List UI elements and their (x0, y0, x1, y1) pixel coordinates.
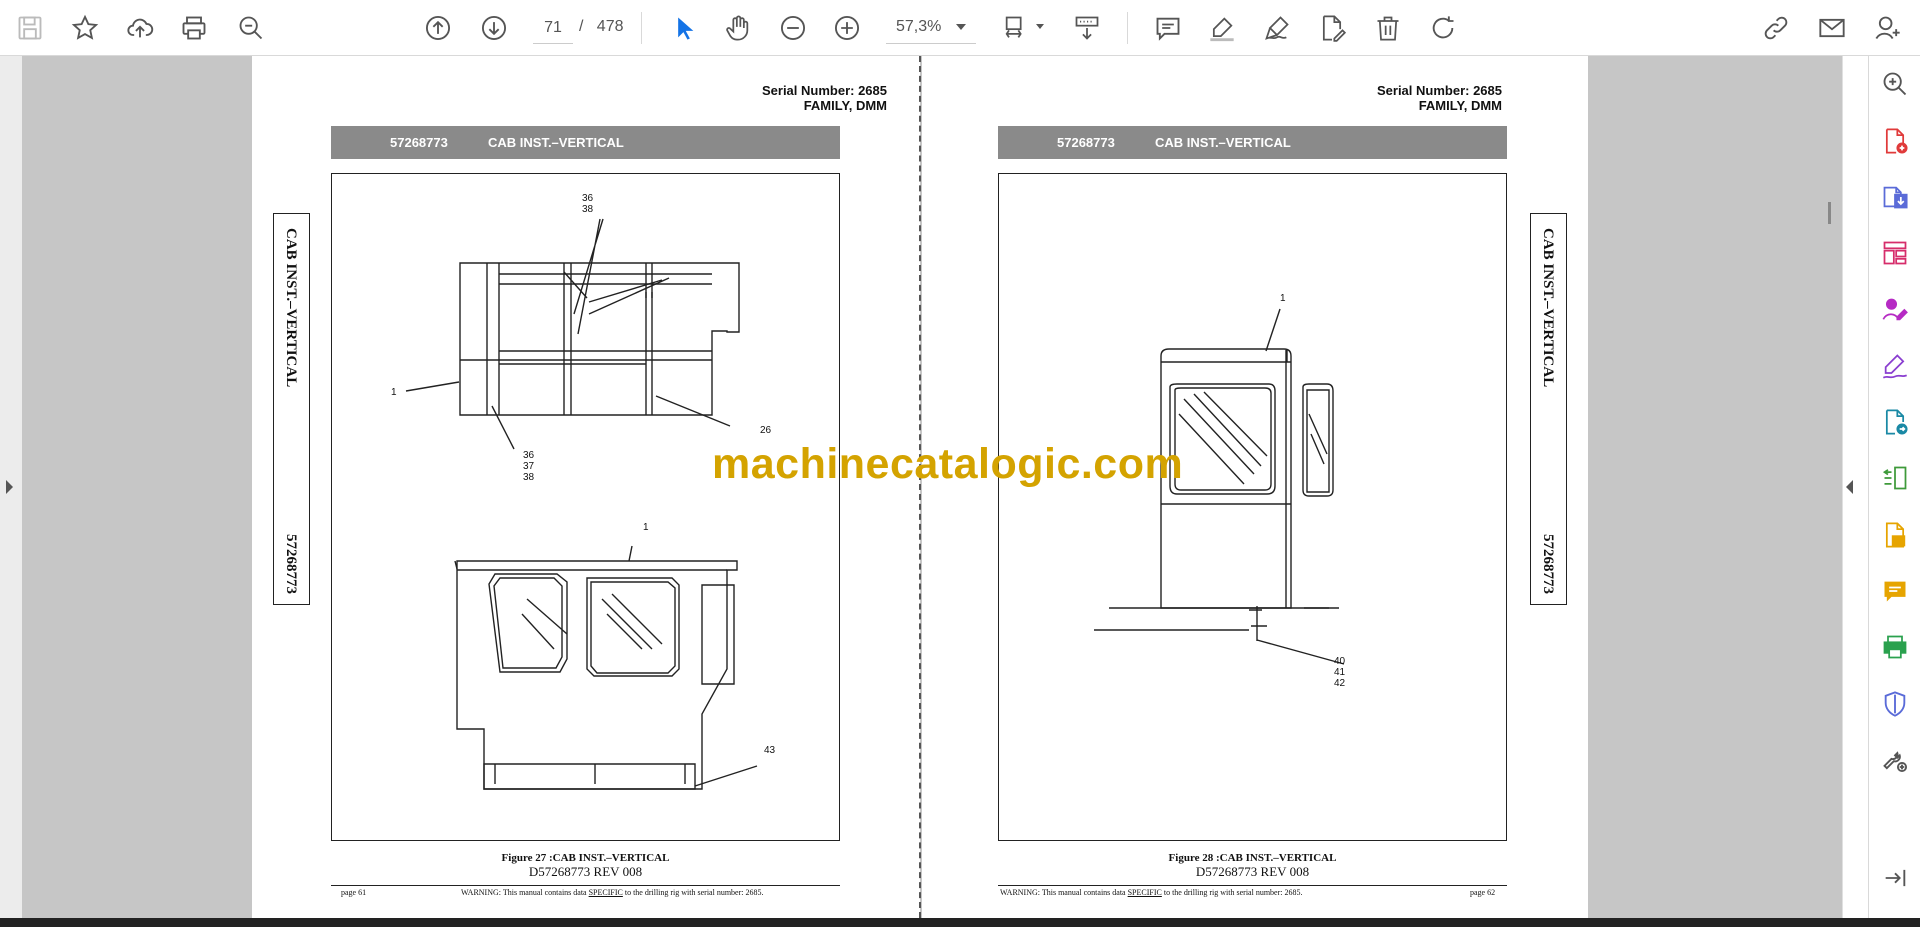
add-user-icon[interactable] (1870, 10, 1906, 46)
expand-left-panel-icon[interactable] (6, 480, 13, 494)
zoom-search-icon[interactable] (233, 10, 269, 46)
cab-drawing-top (405, 218, 758, 790)
callout-label: 36 37 38 (523, 450, 535, 483)
convert-pdf-icon[interactable] (1879, 406, 1911, 438)
callout-label: 26 (760, 425, 772, 436)
collapse-panel-icon[interactable] (1879, 862, 1911, 894)
draw-icon[interactable] (1259, 10, 1295, 46)
serial-header: Serial Number: 2685 FAMILY, DMM (761, 83, 887, 113)
section-title: CAB INST.–VERTICAL (488, 135, 624, 150)
callout-label: 1 (643, 522, 649, 533)
delete-icon[interactable] (1370, 10, 1406, 46)
scroll-thumb[interactable] (1828, 202, 1831, 224)
next-page-icon[interactable] (476, 10, 512, 46)
request-signature-icon[interactable] (1879, 294, 1911, 326)
section-banner: 57268773 CAB INST.–VERTICAL (331, 126, 840, 159)
print-production-icon[interactable] (1879, 631, 1911, 663)
figure-caption: Figure 27 :CAB INST.–VERTICAL D57268773 … (501, 852, 670, 879)
hand-icon[interactable] (720, 10, 756, 46)
side-label-title: CAB INST.–VERTICAL (283, 228, 299, 388)
bottom-bar (0, 918, 1920, 927)
side-label: CAB INST.–VERTICAL 57268773 (273, 213, 310, 605)
side-label-number: 57268773 (1540, 534, 1556, 594)
part-number: 57268773 (1057, 135, 1115, 150)
page-footer: page 61 WARNING: This manual contains da… (331, 885, 840, 899)
export-pdf-icon[interactable] (1879, 181, 1911, 213)
side-label: CAB INST.–VERTICAL 57268773 (1530, 213, 1567, 605)
print-icon[interactable] (176, 10, 212, 46)
serial-header: Serial Number: 2685 FAMILY, DMM (1376, 83, 1502, 113)
prev-page-icon[interactable] (420, 10, 456, 46)
zoom-out-icon[interactable] (775, 10, 811, 46)
section-title: CAB INST.–VERTICAL (1155, 135, 1291, 150)
zoom-value: 57,3% (896, 18, 942, 35)
callout-label: 40 41 42 (1334, 656, 1346, 689)
compare-icon[interactable] (1879, 462, 1911, 494)
callout-label: 36 38 (582, 193, 594, 215)
top-toolbar: / 478 57,3% (0, 0, 1920, 56)
comment-panel-icon[interactable] (1879, 575, 1911, 607)
watermark-text: machinecatalogic.com (712, 440, 1184, 488)
fit-page-icon[interactable] (998, 10, 1034, 46)
page-footer: WARNING: This manual contains data SPECI… (998, 885, 1507, 899)
email-icon[interactable] (1814, 10, 1850, 46)
warning-text: WARNING: This manual contains data SPECI… (1000, 888, 1303, 897)
page-number-input[interactable] (533, 12, 573, 44)
figure-box: 1 40 41 42 (998, 173, 1507, 841)
collapse-right-panel-icon[interactable] (1846, 480, 1853, 494)
protect-icon[interactable] (1879, 688, 1911, 720)
page-label: page 62 (1470, 888, 1496, 897)
create-pdf-icon[interactable] (1879, 125, 1911, 157)
toolbar-divider (1127, 12, 1128, 44)
chevron-down-icon[interactable] (956, 24, 966, 30)
highlight-icon[interactable] (1204, 10, 1240, 46)
figure-caption: Figure 28 :CAB INST.–VERTICAL D57268773 … (1168, 852, 1337, 879)
callout-label: 1 (391, 387, 397, 398)
page-label: page 61 (341, 888, 367, 897)
star-icon[interactable] (67, 10, 103, 46)
scroll-mode-icon[interactable] (1069, 10, 1105, 46)
edit-text-icon[interactable] (1879, 519, 1911, 551)
part-number: 57268773 (390, 135, 448, 150)
section-banner: 57268773 CAB INST.–VERTICAL (998, 126, 1507, 159)
comment-icon[interactable] (1150, 10, 1186, 46)
side-label-number: 57268773 (283, 534, 299, 594)
edit-pdf-icon[interactable] (1314, 10, 1350, 46)
callout-label: 1 (1280, 293, 1286, 304)
figure-box: 36 38 1 26 36 37 38 1 43 (331, 173, 840, 841)
share-link-icon[interactable] (1758, 10, 1794, 46)
tools-panel (1868, 56, 1920, 918)
toolbar-divider (641, 12, 642, 44)
warning-text: WARNING: This manual contains data SPECI… (461, 888, 764, 897)
fill-sign-icon[interactable] (1879, 350, 1911, 382)
more-tools-icon[interactable] (1879, 744, 1911, 776)
organize-pages-icon[interactable] (1879, 237, 1911, 269)
page-total: / 478 (579, 18, 624, 35)
select-arrow-icon[interactable] (666, 10, 702, 46)
rotate-icon[interactable] (1425, 10, 1461, 46)
zoom-in-icon[interactable] (829, 10, 865, 46)
side-label-title: CAB INST.–VERTICAL (1540, 228, 1556, 388)
search-zoom-icon[interactable] (1879, 68, 1911, 100)
callout-label: 43 (764, 745, 776, 756)
fit-dropdown-icon[interactable] (1036, 24, 1044, 29)
upload-icon[interactable] (122, 10, 158, 46)
cab-drawing-side (1094, 308, 1345, 665)
save-icon[interactable] (12, 10, 48, 46)
